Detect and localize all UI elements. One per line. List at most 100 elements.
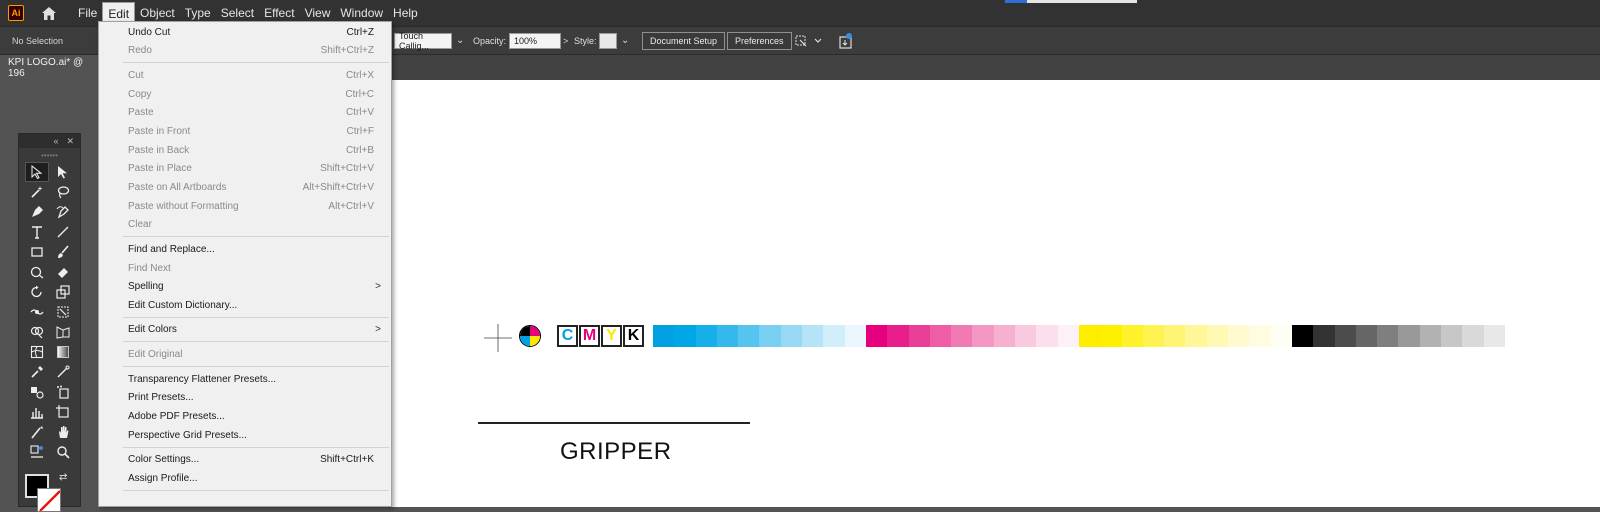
- menu-item-undo-cut[interactable]: Undo Cut Ctrl+Z: [99, 23, 391, 41]
- preferences-button[interactable]: Preferences: [727, 32, 792, 50]
- color-swatch: [1057, 325, 1079, 347]
- brush-definition-field[interactable]: Touch Callig...: [394, 31, 452, 51]
- menu-item-paste[interactable]: Paste Ctrl+V: [99, 103, 391, 121]
- close-icon[interactable]: ✕: [66, 136, 74, 147]
- menu-item-perspective-grid-presets[interactable]: Perspective Grid Presets...: [99, 426, 391, 444]
- artboard-tool-icon[interactable]: [51, 402, 75, 422]
- menu-item-paste-in-place[interactable]: Paste in Place Shift+Ctrl+V: [99, 159, 391, 177]
- menu-item-assign-profile[interactable]: Assign Profile...: [99, 469, 391, 487]
- line-segment-tool-icon[interactable]: [51, 222, 75, 242]
- eyedropper-tool-icon[interactable]: [25, 362, 49, 382]
- home-icon[interactable]: [40, 4, 58, 22]
- color-swatch: [653, 325, 675, 347]
- menu-item-transparency-flattener-presets[interactable]: Transparency Flattener Presets...: [99, 370, 391, 388]
- color-swatch: [1462, 325, 1484, 347]
- opacity-arrow-icon[interactable]: >: [563, 36, 568, 46]
- style-swatch[interactable]: [599, 33, 617, 49]
- menu-separator: [123, 341, 389, 342]
- color-swatch: [1313, 325, 1335, 347]
- menu-item-edit-original[interactable]: Edit Original: [99, 345, 391, 363]
- menu-item-find-and-replace[interactable]: Find and Replace...: [99, 240, 391, 258]
- search-bar-edge[interactable]: [1027, 0, 1137, 3]
- color-swatch: [695, 325, 717, 347]
- menu-item-color-settings[interactable]: Color Settings... Shift+Ctrl+K: [99, 450, 391, 468]
- selection-tool-icon[interactable]: [25, 162, 49, 182]
- color-swatch: [1185, 325, 1207, 347]
- menu-item-paste-in-front[interactable]: Paste in Front Ctrl+F: [99, 122, 391, 140]
- collapse-icon[interactable]: «: [53, 136, 58, 146]
- stroke-swatch[interactable]: [37, 488, 61, 512]
- zoom-tool-icon[interactable]: [51, 442, 75, 462]
- menu-item-find-next[interactable]: Find Next: [99, 259, 391, 277]
- app-logo: Ai: [8, 5, 24, 21]
- rectangle-tool-icon[interactable]: [25, 242, 49, 262]
- menu-item-copy[interactable]: Copy Ctrl+C: [99, 85, 391, 103]
- panel-grip-icon[interactable]: ••••••: [19, 148, 80, 162]
- document-setup-button[interactable]: Document Setup: [642, 32, 726, 50]
- menu-item-clear[interactable]: Clear: [99, 215, 391, 233]
- menu-item-edit-custom-dictionary[interactable]: Edit Custom Dictionary...: [99, 296, 391, 314]
- menu-item-print-presets[interactable]: Print Presets...: [99, 388, 391, 406]
- color-swatch: [759, 325, 781, 347]
- free-transform-tool-icon[interactable]: [51, 302, 75, 322]
- menu-item-cut[interactable]: Cut Ctrl+X: [99, 66, 391, 84]
- color-swatch: [951, 325, 973, 347]
- menu-item-paste-in-back[interactable]: Paste in Back Ctrl+B: [99, 141, 391, 159]
- symbol-sprayer-tool-icon[interactable]: [51, 382, 75, 402]
- style-chevron-icon[interactable]: ⌄: [621, 35, 629, 46]
- warp-tool-icon[interactable]: [25, 302, 49, 322]
- menu-item-paste-without-formatting[interactable]: Paste without Formatting Alt+Ctrl+V: [99, 197, 391, 215]
- swap-fill-stroke-icon[interactable]: ⇄: [59, 472, 67, 483]
- color-swatch: [1142, 325, 1165, 347]
- menu-item-spelling[interactable]: Spelling >: [99, 277, 391, 295]
- paintbrush-tool-icon[interactable]: [51, 242, 75, 262]
- measure-tool-icon[interactable]: [51, 362, 75, 382]
- gradient-tool-icon[interactable]: [51, 342, 75, 362]
- blend-tool-icon[interactable]: [25, 382, 49, 402]
- rotate-tool-icon[interactable]: [25, 282, 49, 302]
- shape-builder-tool-icon[interactable]: [25, 322, 49, 342]
- lasso-tool-icon[interactable]: [51, 182, 75, 202]
- color-swatch: [1249, 325, 1271, 347]
- pen-tool-icon[interactable]: [25, 202, 49, 222]
- color-swatch: [908, 325, 930, 347]
- hand-tool-icon[interactable]: [51, 422, 75, 442]
- opacity-input[interactable]: 100%: [509, 33, 561, 49]
- magic-wand-tool-icon[interactable]: [25, 182, 49, 202]
- cmyk-letter-c: C: [557, 325, 578, 347]
- mesh-tool-icon[interactable]: [25, 342, 49, 362]
- brush-chevron-icon[interactable]: ⌄: [456, 35, 464, 46]
- color-swatch: [844, 325, 866, 347]
- perspective-grid-tool-icon[interactable]: [51, 322, 75, 342]
- menu-item-redo[interactable]: Redo Shift+Ctrl+Z: [99, 41, 391, 59]
- opacity-label: Opacity:: [473, 36, 507, 46]
- artboard-canvas[interactable]: C M Y K GRIPPER: [392, 80, 1600, 507]
- menu-item-paste-on-all-artboards[interactable]: Paste on All Artboards Alt+Shift+Ctrl+V: [99, 178, 391, 196]
- color-swatch: [823, 325, 845, 347]
- shaper-tool-icon[interactable]: [25, 262, 49, 282]
- type-tool-icon[interactable]: [25, 222, 49, 242]
- menu-separator: [123, 236, 389, 237]
- cmyk-letter-y: Y: [601, 325, 622, 347]
- slice-tool-icon[interactable]: [25, 422, 49, 442]
- registration-mark-icon: [484, 324, 512, 352]
- color-swatch: [1206, 325, 1229, 347]
- document-tab[interactable]: KPI LOGO.ai* @ 196: [0, 55, 100, 80]
- menu-item-adobe-pdf-presets[interactable]: Adobe PDF Presets...: [99, 407, 391, 425]
- edit-menu-dropdown: Undo Cut Ctrl+Z Redo Shift+Ctrl+Z Cut Ctrl+…: [98, 21, 392, 507]
- curvature-tool-icon[interactable]: [51, 202, 75, 222]
- column-graph-tool-icon[interactable]: [25, 402, 49, 422]
- menu-item-edit-colors[interactable]: Edit Colors >: [99, 320, 391, 338]
- menu-separator: [123, 317, 389, 318]
- menu-help[interactable]: Help: [388, 2, 423, 24]
- share-icon[interactable]: [838, 32, 854, 55]
- menu-separator: [123, 366, 389, 367]
- cmyk-letter-k: K: [623, 325, 644, 347]
- direct-selection-tool-icon[interactable]: [51, 162, 75, 182]
- tools-panel-header: « ✕: [19, 134, 80, 148]
- workspace-indicator: [1005, 0, 1027, 3]
- arrange-icon[interactable]: [794, 33, 822, 54]
- scale-tool-icon[interactable]: [51, 282, 75, 302]
- eraser-tool-icon[interactable]: [51, 262, 75, 282]
- print-tiling-tool-icon[interactable]: [25, 442, 49, 462]
